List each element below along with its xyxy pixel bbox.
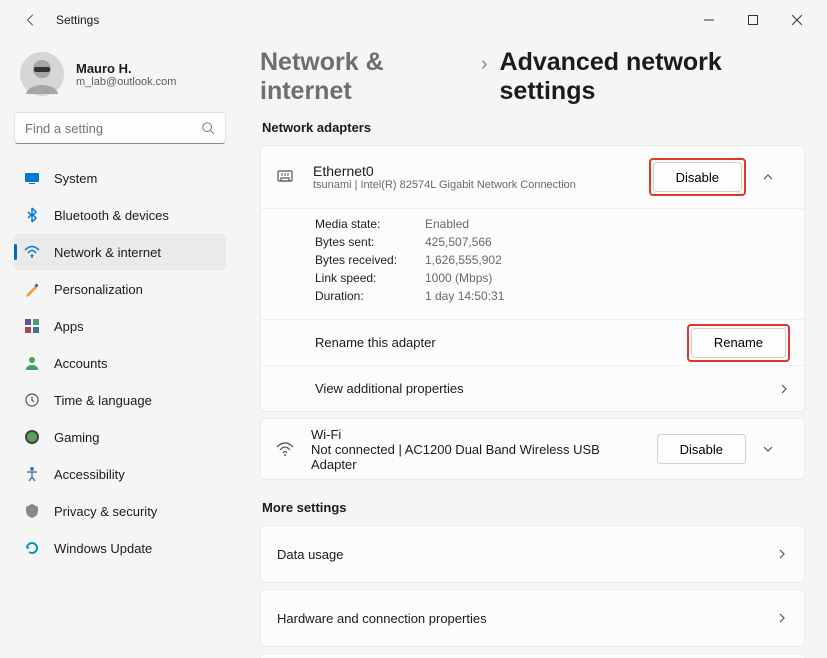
- page-title: Advanced network settings: [500, 48, 805, 106]
- network-reset-row[interactable]: Network reset Reset all network adapters…: [260, 653, 805, 658]
- wifi-icon: [275, 439, 295, 459]
- window-controls: [687, 4, 819, 36]
- chevron-right-icon: [776, 548, 788, 560]
- sidebar-item-network[interactable]: Network & internet: [14, 234, 226, 270]
- wifi-name: Wi-Fi: [311, 427, 641, 442]
- privacy-icon: [24, 503, 40, 519]
- user-name: Mauro H.: [76, 61, 176, 76]
- ethernet-details: Media state:Enabled Bytes sent:425,507,5…: [261, 208, 804, 319]
- back-button[interactable]: [16, 5, 46, 35]
- chevron-right-icon: [778, 383, 790, 395]
- user-email: m_lab@outlook.com: [76, 76, 176, 88]
- titlebar: Settings: [0, 0, 827, 40]
- hardware-props-row[interactable]: Hardware and connection properties: [260, 589, 805, 647]
- sidebar: Mauro H. m_lab@outlook.com System Blueto…: [0, 40, 238, 658]
- profile[interactable]: Mauro H. m_lab@outlook.com: [14, 46, 226, 106]
- ethernet-adapter-card: Ethernet0 tsunami | Intel(R) 82574L Giga…: [260, 145, 805, 412]
- minimize-button[interactable]: [687, 4, 731, 36]
- system-icon: [24, 170, 40, 186]
- wifi-desc: Not connected | AC1200 Dual Band Wireles…: [311, 442, 641, 472]
- wifi-adapter-card[interactable]: Wi-Fi Not connected | AC1200 Dual Band W…: [260, 418, 805, 480]
- disable-highlight: Disable: [649, 158, 746, 196]
- accessibility-icon: [24, 466, 40, 482]
- close-button[interactable]: [775, 4, 819, 36]
- more-settings-section: More settings Data usage Hardware and co…: [260, 500, 805, 658]
- search-input[interactable]: [25, 121, 201, 136]
- ethernet-desc: tsunami | Intel(R) 82574L Gigabit Networ…: [313, 179, 633, 191]
- avatar: [20, 52, 64, 96]
- rename-label: Rename this adapter: [315, 335, 687, 350]
- breadcrumb-parent[interactable]: Network & internet: [260, 48, 469, 106]
- ethernet-name: Ethernet0: [313, 163, 633, 179]
- sidebar-item-time[interactable]: Time & language: [14, 382, 226, 418]
- sidebar-item-system[interactable]: System: [14, 160, 226, 196]
- breadcrumb: Network & internet › Advanced network se…: [260, 48, 805, 106]
- window-title: Settings: [56, 13, 99, 27]
- chevron-right-icon: [776, 612, 788, 624]
- sidebar-item-accessibility[interactable]: Accessibility: [14, 456, 226, 492]
- apps-icon: [24, 318, 40, 334]
- chevron-up-icon[interactable]: [762, 171, 790, 183]
- update-icon: [24, 540, 40, 556]
- breadcrumb-separator: ›: [481, 53, 488, 76]
- adapters-section-title: Network adapters: [262, 120, 805, 135]
- more-settings-title: More settings: [262, 500, 805, 515]
- view-properties-row[interactable]: View additional properties: [261, 365, 804, 411]
- rename-button[interactable]: Rename: [691, 328, 786, 358]
- accounts-icon: [24, 355, 40, 371]
- personalization-icon: [24, 281, 40, 297]
- disable-wifi-button[interactable]: Disable: [657, 434, 746, 464]
- ethernet-header[interactable]: Ethernet0 tsunami | Intel(R) 82574L Giga…: [261, 146, 804, 208]
- sidebar-item-apps[interactable]: Apps: [14, 308, 226, 344]
- disable-ethernet-button[interactable]: Disable: [653, 162, 742, 192]
- sidebar-item-accounts[interactable]: Accounts: [14, 345, 226, 381]
- bluetooth-icon: [24, 207, 40, 223]
- search-box[interactable]: [14, 112, 226, 144]
- sidebar-item-gaming[interactable]: Gaming: [14, 419, 226, 455]
- sidebar-item-bluetooth[interactable]: Bluetooth & devices: [14, 197, 226, 233]
- nav: System Bluetooth & devices Network & int…: [14, 160, 226, 566]
- search-icon: [201, 121, 215, 135]
- maximize-button[interactable]: [731, 4, 775, 36]
- time-icon: [24, 392, 40, 408]
- main-content: Network & internet › Advanced network se…: [238, 40, 827, 658]
- sidebar-item-privacy[interactable]: Privacy & security: [14, 493, 226, 529]
- gaming-icon: [24, 429, 40, 445]
- rename-adapter-row: Rename this adapter Rename: [261, 319, 804, 365]
- sidebar-item-update[interactable]: Windows Update: [14, 530, 226, 566]
- sidebar-item-personalization[interactable]: Personalization: [14, 271, 226, 307]
- data-usage-row[interactable]: Data usage: [260, 525, 805, 583]
- rename-highlight: Rename: [687, 324, 790, 362]
- ethernet-icon: [275, 167, 297, 187]
- chevron-down-icon[interactable]: [762, 443, 790, 455]
- network-icon: [24, 244, 40, 260]
